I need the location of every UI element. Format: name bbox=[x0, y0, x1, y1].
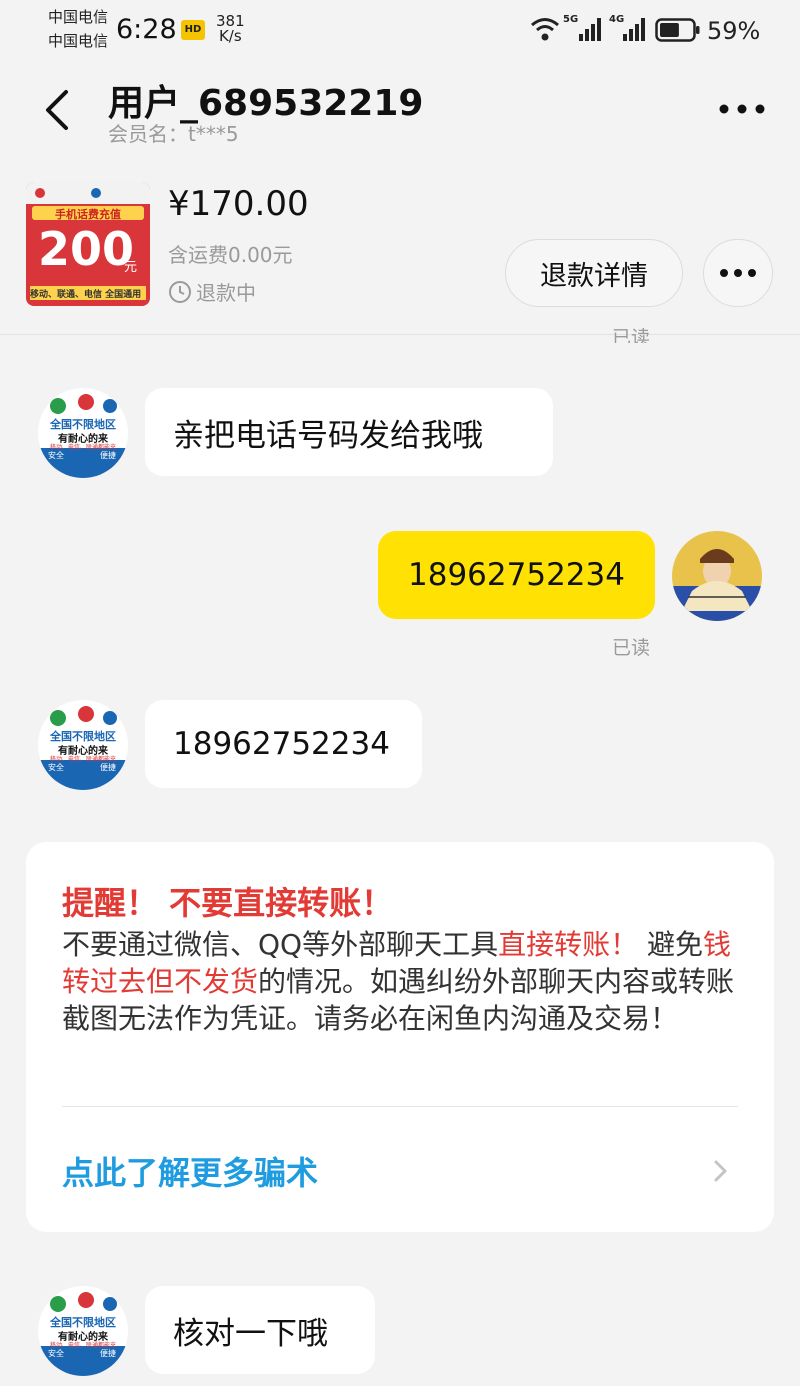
shipping-fee: 含运费0.00元 bbox=[168, 243, 293, 267]
warning-body: 不要通过微信、QQ等外部聊天工具直接转账！ 避免钱转过去但不发货的情况。如遇纠纷… bbox=[62, 926, 742, 1037]
more-dots-icon bbox=[720, 269, 756, 277]
signal-icon-1 bbox=[579, 18, 601, 41]
user-avatar[interactable] bbox=[672, 531, 762, 621]
card-divider bbox=[62, 1106, 738, 1107]
thumb-footer: 移动、联通、电信 全国通用 bbox=[30, 290, 142, 300]
network-speed-unit: K/s bbox=[218, 27, 242, 45]
seller-avatar[interactable]: 全国不限地区 有耐心的来 移动、电信、联通都能充 安全 便捷 bbox=[38, 700, 128, 790]
seller-avatar[interactable]: 全国不限地区 有耐心的来 移动、电信、联通都能充 安全 便捷 bbox=[38, 388, 128, 478]
message-bubble-incoming[interactable]: 亲把电话号码发给我哦 bbox=[145, 388, 553, 476]
message-bubble-incoming[interactable]: 18962752234 bbox=[145, 700, 422, 788]
message-bubble-outgoing[interactable]: 18962752234 bbox=[378, 531, 655, 619]
avatar-text-5: 便捷 bbox=[100, 763, 116, 772]
warning-text: 不要通过微信、QQ等外部聊天工具 bbox=[62, 928, 499, 961]
refund-details-button[interactable]: 退款详情 bbox=[505, 239, 683, 307]
thumb-unit: 元 bbox=[124, 260, 138, 275]
battery-icon bbox=[655, 18, 700, 42]
order-status-text: 退款中 bbox=[196, 281, 256, 305]
avatar-text-5: 便捷 bbox=[100, 1349, 116, 1358]
product-price: ¥170.00 bbox=[168, 184, 309, 224]
carrier-label-2: 中国电信 bbox=[48, 32, 109, 50]
more-options-icon[interactable] bbox=[716, 92, 768, 126]
message-bubble-incoming[interactable]: 核对一下哦 bbox=[145, 1286, 375, 1374]
read-receipt-top: 已读 bbox=[612, 327, 651, 343]
header-divider bbox=[0, 334, 800, 335]
avatar-text-4: 安全 bbox=[48, 1349, 64, 1358]
back-arrow-icon[interactable] bbox=[38, 88, 82, 132]
signal-icon-2 bbox=[623, 18, 645, 41]
network-speed: 381 K/s bbox=[216, 14, 245, 44]
learn-more-scams-link[interactable]: 点此了解更多骗术 bbox=[62, 1148, 318, 1194]
status-bar: 中国电信 中国电信 6:28 HD 381 K/s 5G 4G 59% bbox=[0, 0, 800, 62]
avatar-text-5: 便捷 bbox=[100, 451, 116, 460]
warning-highlight: 直接转账！ bbox=[498, 928, 639, 961]
read-receipt: 已读 bbox=[612, 637, 651, 659]
warning-text: 避免 bbox=[638, 928, 704, 961]
wifi-icon bbox=[531, 18, 559, 41]
thumb-label: 手机话费充值 bbox=[55, 208, 121, 221]
product-more-button[interactable] bbox=[703, 239, 773, 307]
clock-icon bbox=[169, 280, 191, 303]
seller-avatar[interactable]: 全国不限地区 有耐心的来 移动、电信、联通都能充 安全 便捷 bbox=[38, 1286, 128, 1376]
hd-badge: HD bbox=[181, 20, 205, 40]
battery-percent: 59% bbox=[707, 17, 761, 45]
avatar-text-4: 安全 bbox=[48, 451, 64, 460]
thumb-value: 200 bbox=[38, 222, 135, 276]
network-type-1: 5G bbox=[563, 14, 579, 25]
status-time: 6:28 bbox=[116, 14, 177, 45]
carrier-label-1: 中国电信 bbox=[48, 8, 109, 26]
member-name: 会员名：t***5 bbox=[108, 122, 239, 146]
chevron-right-icon[interactable] bbox=[710, 1156, 732, 1186]
avatar-text-4: 安全 bbox=[48, 763, 64, 772]
order-status: 退款中 bbox=[168, 277, 256, 306]
product-thumbnail[interactable]: 手机话费充值 200 元 移动、联通、电信 全国通用 bbox=[26, 182, 150, 306]
warning-title: 提醒！ 不要直接转账！ bbox=[62, 884, 394, 922]
